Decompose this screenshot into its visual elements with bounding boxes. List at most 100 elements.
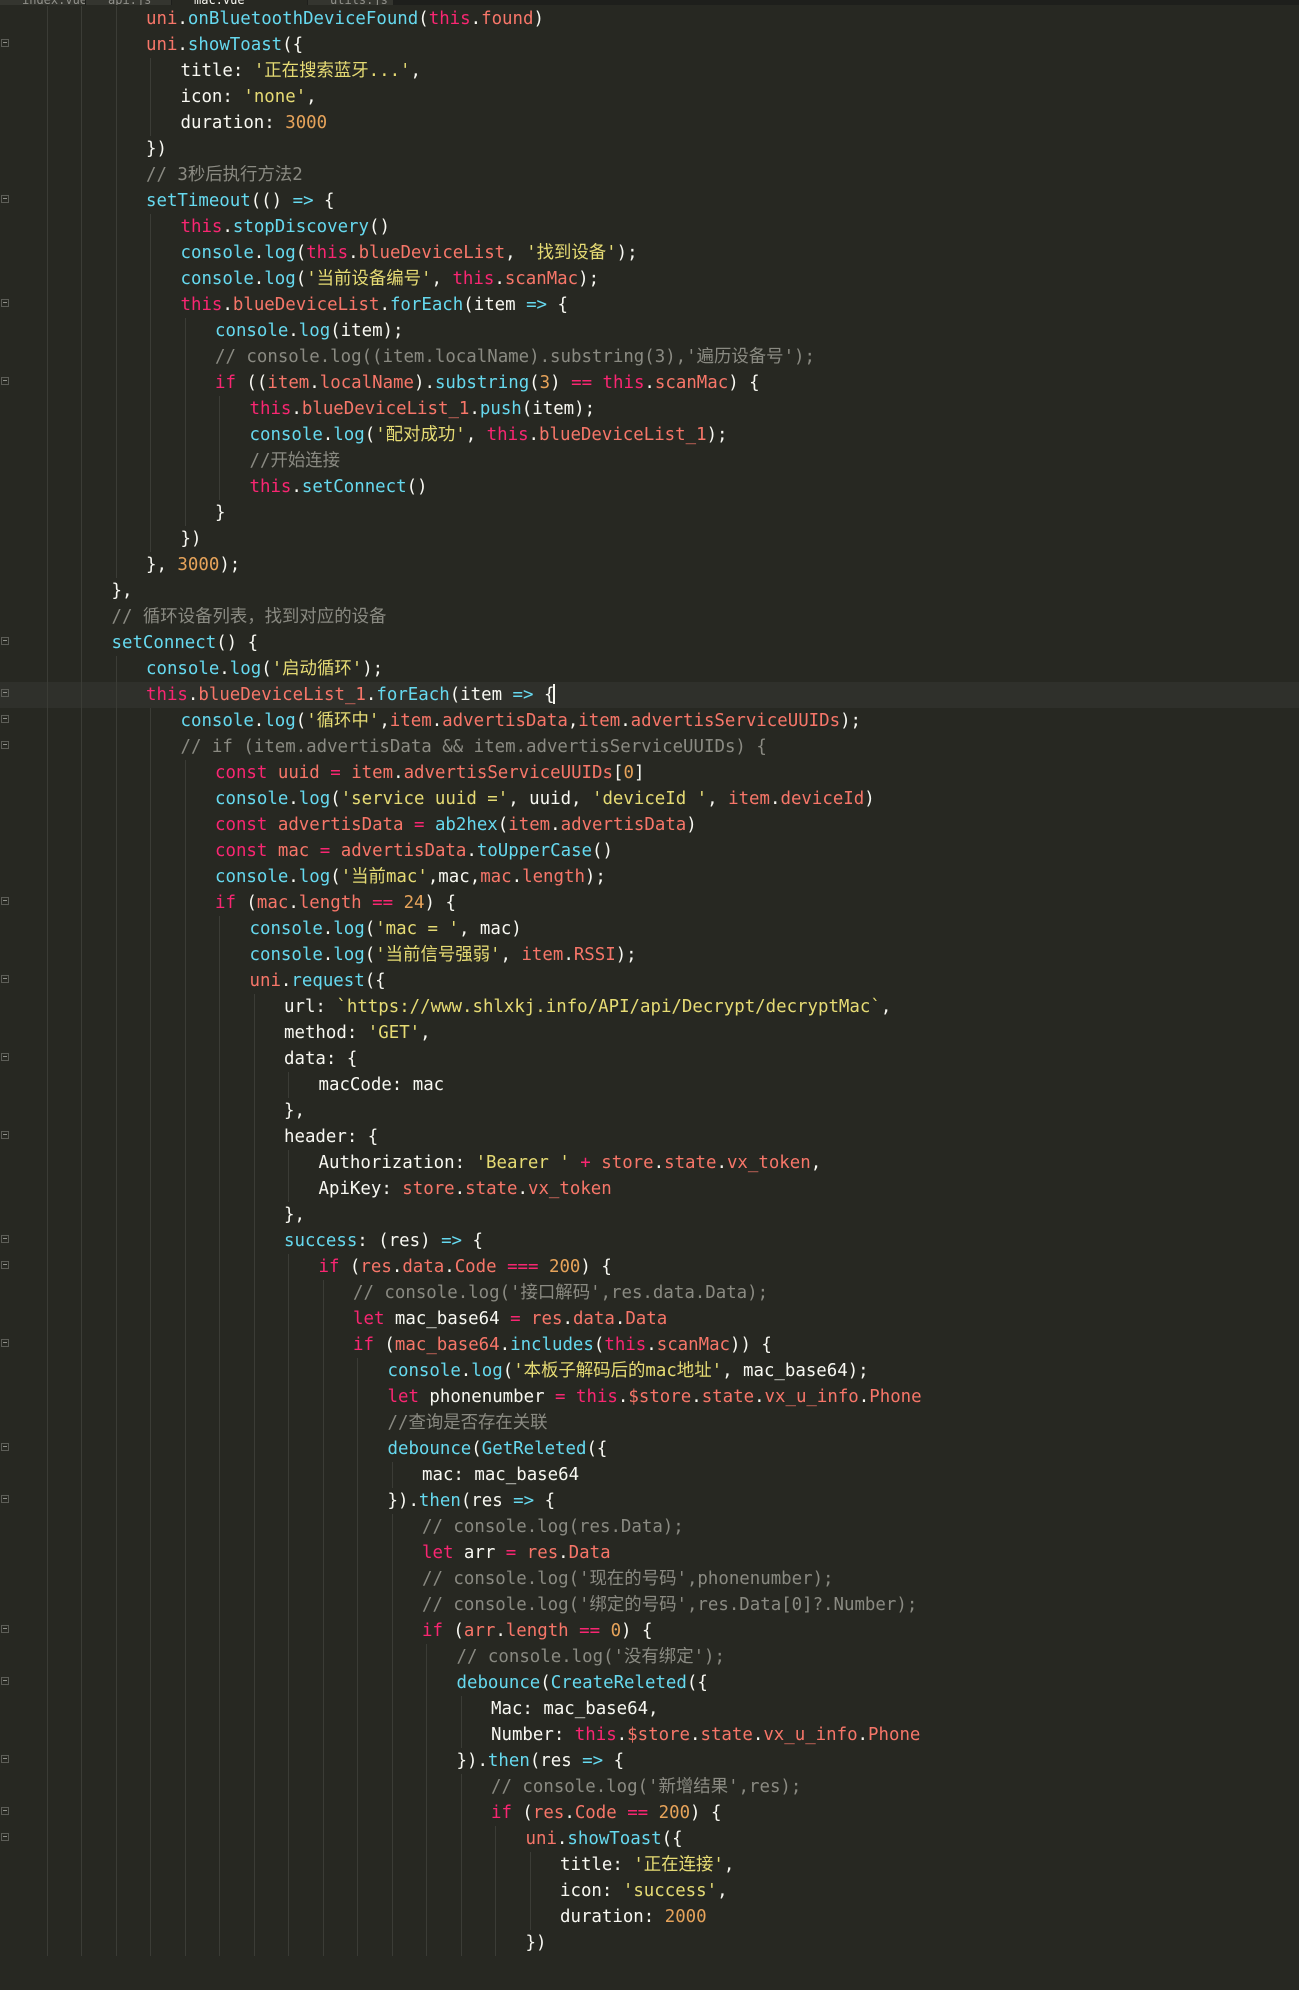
fold-toggle-icon[interactable]: [1, 715, 9, 723]
fold-toggle-icon[interactable]: [1, 741, 9, 749]
code-line[interactable]: // console.log('新增结果',res);: [0, 1774, 1299, 1800]
code-line[interactable]: Number: this.$store.state.vx_u_info.Phon…: [0, 1722, 1299, 1748]
code-line[interactable]: console.log('当前mac',mac,mac.length);: [0, 864, 1299, 890]
code-line[interactable]: setConnect() {: [0, 630, 1299, 656]
fold-toggle-icon[interactable]: [1, 1625, 9, 1633]
code-line[interactable]: const advertisData = ab2hex(item.adverti…: [0, 812, 1299, 838]
fold-toggle-icon[interactable]: [1, 1495, 9, 1503]
fold-toggle-icon[interactable]: [1, 1131, 9, 1139]
code-area[interactable]: uni.onBluetoothDeviceFound(this.found) un…: [0, 6, 1299, 1956]
fold-toggle-icon[interactable]: [1, 1443, 9, 1451]
code-line[interactable]: }).then(res => {: [0, 1488, 1299, 1514]
code-line[interactable]: let phonenumber = this.$store.state.vx_u…: [0, 1384, 1299, 1410]
code-line[interactable]: Authorization: 'Bearer ' + store.state.v…: [0, 1150, 1299, 1176]
code-line[interactable]: icon: 'success',: [0, 1878, 1299, 1904]
code-line[interactable]: success: (res) => {: [0, 1228, 1299, 1254]
code-line[interactable]: if (mac_base64.includes(this.scanMac)) {: [0, 1332, 1299, 1358]
code-editor[interactable]: index.vueapi.jsmac.vueutils.js uni.onBlu…: [0, 0, 1299, 1990]
code-line[interactable]: }): [0, 526, 1299, 552]
code-line[interactable]: uni.request({: [0, 968, 1299, 994]
code-line[interactable]: method: 'GET',: [0, 1020, 1299, 1046]
code-line[interactable]: mac: mac_base64: [0, 1462, 1299, 1488]
code-line[interactable]: }).then(res => {: [0, 1748, 1299, 1774]
code-line[interactable]: icon: 'none',: [0, 84, 1299, 110]
code-line[interactable]: console.log('本板子解码后的mac地址', mac_base64);: [0, 1358, 1299, 1384]
code-line[interactable]: const uuid = item.advertisServiceUUIDs[0…: [0, 760, 1299, 786]
code-line[interactable]: this.blueDeviceList_1.forEach(item => {: [0, 682, 1299, 708]
code-line[interactable]: }: [0, 500, 1299, 526]
code-line[interactable]: //开始连接: [0, 448, 1299, 474]
fold-toggle-icon[interactable]: [1, 1755, 9, 1763]
code-line[interactable]: let mac_base64 = res.data.Data: [0, 1306, 1299, 1332]
code-line[interactable]: if (res.data.Code === 200) {: [0, 1254, 1299, 1280]
tab-2[interactable]: mac.vue: [172, 0, 307, 5]
code-line[interactable]: console.log('启动循环');: [0, 656, 1299, 682]
code-line[interactable]: // if (item.advertisData && item.adverti…: [0, 734, 1299, 760]
fold-toggle-icon[interactable]: [1, 377, 9, 385]
fold-toggle-icon[interactable]: [1, 195, 9, 203]
code-line[interactable]: console.log('当前设备编号', this.scanMac);: [0, 266, 1299, 292]
code-line[interactable]: Mac: mac_base64,: [0, 1696, 1299, 1722]
fold-toggle-icon[interactable]: [1, 1261, 9, 1269]
fold-toggle-icon[interactable]: [1, 637, 9, 645]
code-line[interactable]: this.blueDeviceList_1.push(item);: [0, 396, 1299, 422]
code-line[interactable]: // console.log('没有绑定');: [0, 1644, 1299, 1670]
code-line[interactable]: this.setConnect(): [0, 474, 1299, 500]
fold-toggle-icon[interactable]: [1, 1235, 9, 1243]
code-line[interactable]: if ((item.localName).substring(3) == thi…: [0, 370, 1299, 396]
fold-toggle-icon[interactable]: [1, 299, 9, 307]
code-line[interactable]: console.log('service uuid =', uuid, 'dev…: [0, 786, 1299, 812]
fold-toggle-icon[interactable]: [1, 39, 9, 47]
code-line[interactable]: if (res.Code == 200) {: [0, 1800, 1299, 1826]
code-line[interactable]: console.log('循环中',item.advertisData,item…: [0, 708, 1299, 734]
code-line[interactable]: console.log('当前信号强弱', item.RSSI);: [0, 942, 1299, 968]
code-line[interactable]: }, 3000);: [0, 552, 1299, 578]
fold-toggle-icon[interactable]: [1, 1053, 9, 1061]
fold-toggle-icon[interactable]: [1, 689, 9, 697]
code-line[interactable]: this.blueDeviceList.forEach(item => {: [0, 292, 1299, 318]
code-line[interactable]: console.log(item);: [0, 318, 1299, 344]
code-line[interactable]: // console.log((item.localName).substrin…: [0, 344, 1299, 370]
code-line[interactable]: duration: 3000: [0, 110, 1299, 136]
code-line[interactable]: //查询是否存在关联: [0, 1410, 1299, 1436]
code-line[interactable]: macCode: mac: [0, 1072, 1299, 1098]
fold-toggle-icon[interactable]: [1, 1807, 9, 1815]
fold-toggle-icon[interactable]: [1, 1339, 9, 1347]
code-line[interactable]: setTimeout(() => {: [0, 188, 1299, 214]
code-line[interactable]: let arr = res.Data: [0, 1540, 1299, 1566]
code-line[interactable]: console.log('配对成功', this.blueDeviceList_…: [0, 422, 1299, 448]
code-line[interactable]: // console.log(res.Data);: [0, 1514, 1299, 1540]
code-line[interactable]: title: '正在连接',: [0, 1852, 1299, 1878]
fold-toggle-icon[interactable]: [1, 897, 9, 905]
tab-1[interactable]: api.js: [86, 0, 171, 5]
code-line[interactable]: ApiKey: store.state.vx_token: [0, 1176, 1299, 1202]
code-line[interactable]: debounce(GetReleted({: [0, 1436, 1299, 1462]
fold-toggle-icon[interactable]: [1, 1677, 9, 1685]
code-line[interactable]: if (arr.length == 0) {: [0, 1618, 1299, 1644]
code-line[interactable]: const mac = advertisData.toUpperCase(): [0, 838, 1299, 864]
code-line[interactable]: uni.showToast({: [0, 1826, 1299, 1852]
code-line[interactable]: // console.log('接口解码',res.data.Data);: [0, 1280, 1299, 1306]
code-line[interactable]: console.log(this.blueDeviceList, '找到设备')…: [0, 240, 1299, 266]
code-line[interactable]: // console.log('绑定的号码',res.Data[0]?.Numb…: [0, 1592, 1299, 1618]
tab-0[interactable]: index.vue: [0, 0, 85, 5]
code-line[interactable]: this.stopDiscovery(): [0, 214, 1299, 240]
code-line[interactable]: },: [0, 578, 1299, 604]
fold-toggle-icon[interactable]: [1, 975, 9, 983]
code-line[interactable]: if (mac.length == 24) {: [0, 890, 1299, 916]
code-line[interactable]: console.log('mac = ', mac): [0, 916, 1299, 942]
code-line[interactable]: debounce(CreateReleted({: [0, 1670, 1299, 1696]
code-line[interactable]: // console.log('现在的号码',phonenumber);: [0, 1566, 1299, 1592]
code-line[interactable]: // 循环设备列表，找到对应的设备: [0, 604, 1299, 630]
code-line[interactable]: header: {: [0, 1124, 1299, 1150]
tab-3[interactable]: utils.js: [308, 0, 393, 5]
code-line[interactable]: title: '正在搜索蓝牙...',: [0, 58, 1299, 84]
code-line[interactable]: },: [0, 1098, 1299, 1124]
code-line[interactable]: duration: 2000: [0, 1904, 1299, 1930]
code-line[interactable]: }): [0, 1930, 1299, 1956]
code-line[interactable]: uni.onBluetoothDeviceFound(this.found): [0, 6, 1299, 32]
code-line[interactable]: // 3秒后执行方法2: [0, 162, 1299, 188]
fold-toggle-icon[interactable]: [1, 1833, 9, 1841]
code-line[interactable]: }): [0, 136, 1299, 162]
code-line[interactable]: uni.showToast({: [0, 32, 1299, 58]
